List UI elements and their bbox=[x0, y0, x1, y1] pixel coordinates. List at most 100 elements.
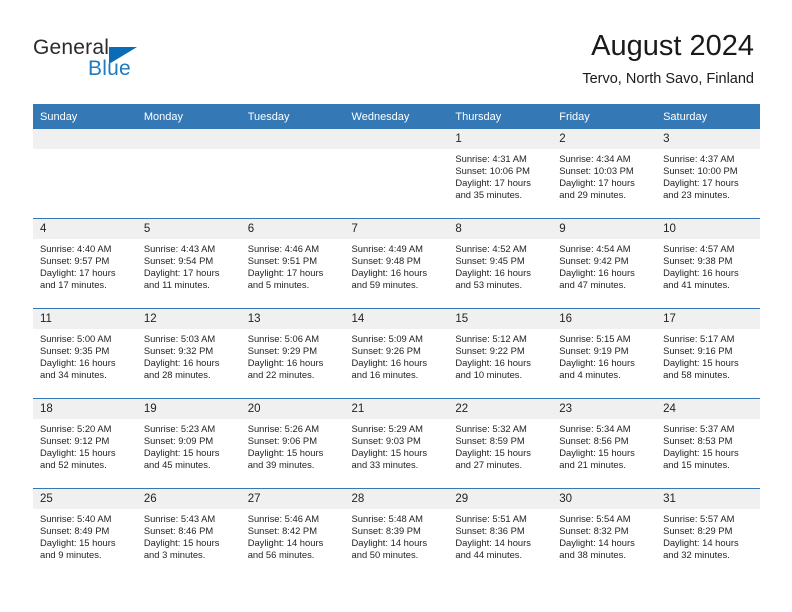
day-number: 10 bbox=[656, 219, 760, 239]
daylight-text-line2: and 33 minutes. bbox=[351, 458, 419, 470]
day-cell[interactable]: 6 Sunrise: 4:46 AM Sunset: 9:51 PM Dayli… bbox=[240, 218, 345, 309]
day-cell[interactable]: 29 Sunrise: 5:51 AM Sunset: 8:36 PM Dayl… bbox=[448, 488, 553, 578]
day-cell[interactable]: 7 Sunrise: 4:49 AM Sunset: 9:48 PM Dayli… bbox=[344, 218, 449, 309]
sunset-text: Sunset: 9:54 PM bbox=[143, 254, 214, 266]
day-cell-inner: 21 Sunrise: 5:29 AM Sunset: 9:03 PM Dayl… bbox=[344, 399, 449, 488]
daylight-text-line1: Daylight: 17 hours bbox=[455, 176, 531, 188]
sunrise-text: Sunrise: 5:40 AM bbox=[40, 513, 112, 524]
sunrise-text: Sunrise: 5:46 AM bbox=[247, 513, 320, 524]
daylight-text-line2: and 38 minutes. bbox=[559, 548, 626, 560]
day-cell[interactable]: 22 Sunrise: 5:32 AM Sunset: 8:59 PM Dayl… bbox=[448, 398, 553, 489]
general-blue-logo[interactable]: General Blue bbox=[33, 36, 213, 86]
day-cell[interactable]: 24 Sunrise: 5:37 AM Sunset: 8:53 PM Dayl… bbox=[656, 398, 760, 489]
daylight-text-line2: and 44 minutes. bbox=[455, 548, 523, 560]
weekday-header-monday: Monday bbox=[136, 104, 241, 129]
day-cell[interactable]: 11 Sunrise: 5:00 AM Sunset: 9:35 PM Dayl… bbox=[33, 308, 137, 399]
day-cell[interactable]: 30 Sunrise: 5:54 AM Sunset: 8:32 PM Dayl… bbox=[552, 488, 657, 578]
logo-text-blue: Blue bbox=[88, 57, 131, 80]
daylight-text-line2: and 29 minutes. bbox=[559, 188, 626, 200]
day-cell[interactable]: 1 Sunrise: 4:31 AM Sunset: 10:06 PM Dayl… bbox=[448, 129, 553, 219]
day-details: Sunrise: 4:57 AM Sunset: 9:38 PM Dayligh… bbox=[656, 239, 760, 291]
calendar-week-row: 18 Sunrise: 5:20 AM Sunset: 9:12 PM Dayl… bbox=[33, 398, 760, 489]
day-cell[interactable]: 17 Sunrise: 5:17 AM Sunset: 9:16 PM Dayl… bbox=[656, 308, 760, 399]
day-number: 16 bbox=[552, 309, 657, 329]
sunset-text: Sunset: 9:09 PM bbox=[143, 434, 214, 446]
day-details: Sunrise: 5:57 AM Sunset: 8:29 PM Dayligh… bbox=[656, 509, 760, 561]
day-cell[interactable] bbox=[33, 129, 137, 219]
day-cell[interactable] bbox=[344, 129, 449, 219]
daylight-text-line2: and 3 minutes. bbox=[143, 548, 206, 560]
day-details: Sunrise: 5:54 AM Sunset: 8:32 PM Dayligh… bbox=[552, 509, 656, 561]
daylight-text-line1: Daylight: 16 hours bbox=[351, 356, 428, 368]
daylight-text-line2: and 5 minutes. bbox=[247, 278, 310, 290]
day-number: 17 bbox=[656, 309, 760, 329]
daylight-text-line2: and 53 minutes. bbox=[455, 278, 523, 290]
day-cell[interactable]: 26 Sunrise: 5:43 AM Sunset: 8:46 PM Dayl… bbox=[136, 488, 241, 578]
day-cell[interactable]: 23 Sunrise: 5:34 AM Sunset: 8:56 PM Dayl… bbox=[552, 398, 657, 489]
day-details bbox=[33, 149, 137, 153]
sunset-text: Sunset: 9:35 PM bbox=[40, 344, 110, 356]
sunset-text: Sunset: 9:29 PM bbox=[247, 344, 317, 356]
day-cell-inner bbox=[33, 129, 137, 218]
day-cell[interactable]: 19 Sunrise: 5:23 AM Sunset: 9:09 PM Dayl… bbox=[136, 398, 241, 489]
sunrise-text: Sunrise: 5:54 AM bbox=[559, 513, 631, 524]
day-cell-inner: 12 Sunrise: 5:03 AM Sunset: 9:32 PM Dayl… bbox=[136, 309, 241, 398]
day-number bbox=[344, 129, 449, 149]
calendar-week-row: 25 Sunrise: 5:40 AM Sunset: 8:49 PM Dayl… bbox=[33, 488, 760, 578]
day-cell[interactable]: 20 Sunrise: 5:26 AM Sunset: 9:06 PM Dayl… bbox=[240, 398, 345, 489]
daylight-text-line1: Daylight: 15 hours bbox=[143, 446, 220, 458]
daylight-text-line1: Daylight: 15 hours bbox=[663, 446, 739, 458]
day-cell[interactable] bbox=[240, 129, 345, 219]
day-number: 14 bbox=[344, 309, 449, 329]
daylight-text-line1: Daylight: 16 hours bbox=[455, 266, 531, 278]
day-cell-inner: 27 Sunrise: 5:46 AM Sunset: 8:42 PM Dayl… bbox=[240, 489, 345, 578]
day-cell[interactable]: 27 Sunrise: 5:46 AM Sunset: 8:42 PM Dayl… bbox=[240, 488, 345, 578]
day-cell[interactable]: 4 Sunrise: 4:40 AM Sunset: 9:57 PM Dayli… bbox=[33, 218, 137, 309]
day-cell[interactable]: 16 Sunrise: 5:15 AM Sunset: 9:19 PM Dayl… bbox=[552, 308, 657, 399]
daylight-text-line1: Daylight: 14 hours bbox=[247, 536, 324, 548]
day-cell[interactable]: 15 Sunrise: 5:12 AM Sunset: 9:22 PM Dayl… bbox=[448, 308, 553, 399]
day-cell-inner: 15 Sunrise: 5:12 AM Sunset: 9:22 PM Dayl… bbox=[448, 309, 553, 398]
day-cell-inner: 31 Sunrise: 5:57 AM Sunset: 8:29 PM Dayl… bbox=[656, 489, 760, 578]
day-cell-inner: 13 Sunrise: 5:06 AM Sunset: 9:29 PM Dayl… bbox=[240, 309, 345, 398]
weekday-header-thursday: Thursday bbox=[448, 104, 553, 129]
day-cell[interactable]: 21 Sunrise: 5:29 AM Sunset: 9:03 PM Dayl… bbox=[344, 398, 449, 489]
day-cell[interactable]: 12 Sunrise: 5:03 AM Sunset: 9:32 PM Dayl… bbox=[136, 308, 241, 399]
day-details: Sunrise: 5:34 AM Sunset: 8:56 PM Dayligh… bbox=[552, 419, 656, 471]
day-cell[interactable]: 8 Sunrise: 4:52 AM Sunset: 9:45 PM Dayli… bbox=[448, 218, 553, 309]
sunrise-text: Sunrise: 4:37 AM bbox=[663, 153, 735, 164]
day-details: Sunrise: 5:48 AM Sunset: 8:39 PM Dayligh… bbox=[345, 509, 449, 561]
day-cell[interactable]: 5 Sunrise: 4:43 AM Sunset: 9:54 PM Dayli… bbox=[136, 218, 241, 309]
day-cell[interactable] bbox=[136, 129, 241, 219]
day-cell[interactable]: 31 Sunrise: 5:57 AM Sunset: 8:29 PM Dayl… bbox=[656, 488, 760, 578]
day-cell[interactable]: 13 Sunrise: 5:06 AM Sunset: 9:29 PM Dayl… bbox=[240, 308, 345, 399]
day-number: 22 bbox=[448, 399, 553, 419]
sunrise-text: Sunrise: 5:17 AM bbox=[663, 333, 735, 344]
day-cell[interactable]: 3 Sunrise: 4:37 AM Sunset: 10:00 PM Dayl… bbox=[656, 129, 760, 219]
day-details: Sunrise: 5:37 AM Sunset: 8:53 PM Dayligh… bbox=[656, 419, 760, 471]
day-cell[interactable]: 18 Sunrise: 5:20 AM Sunset: 9:12 PM Dayl… bbox=[33, 398, 137, 489]
day-cell-inner: 22 Sunrise: 5:32 AM Sunset: 8:59 PM Dayl… bbox=[448, 399, 553, 488]
day-cell[interactable]: 14 Sunrise: 5:09 AM Sunset: 9:26 PM Dayl… bbox=[344, 308, 449, 399]
day-cell-inner: 10 Sunrise: 4:57 AM Sunset: 9:38 PM Dayl… bbox=[656, 219, 760, 308]
daylight-text-line2: and 41 minutes. bbox=[663, 278, 730, 290]
sunset-text: Sunset: 10:06 PM bbox=[455, 164, 530, 176]
day-cell[interactable]: 2 Sunrise: 4:34 AM Sunset: 10:03 PM Dayl… bbox=[552, 129, 657, 219]
day-number: 28 bbox=[344, 489, 449, 509]
day-cell[interactable]: 9 Sunrise: 4:54 AM Sunset: 9:42 PM Dayli… bbox=[552, 218, 657, 309]
daylight-text-line1: Daylight: 17 hours bbox=[247, 266, 324, 278]
day-cell-inner: 1 Sunrise: 4:31 AM Sunset: 10:06 PM Dayl… bbox=[448, 129, 553, 218]
sunset-text: Sunset: 9:26 PM bbox=[351, 344, 421, 356]
day-cell[interactable]: 25 Sunrise: 5:40 AM Sunset: 8:49 PM Dayl… bbox=[33, 488, 137, 578]
daylight-text-line1: Daylight: 15 hours bbox=[40, 536, 116, 548]
day-details: Sunrise: 5:43 AM Sunset: 8:46 PM Dayligh… bbox=[137, 509, 241, 561]
day-cell-inner bbox=[240, 129, 345, 218]
sunrise-text: Sunrise: 5:09 AM bbox=[351, 333, 423, 344]
day-cell[interactable]: 28 Sunrise: 5:48 AM Sunset: 8:39 PM Dayl… bbox=[344, 488, 449, 578]
day-number: 12 bbox=[136, 309, 241, 329]
day-cell[interactable]: 10 Sunrise: 4:57 AM Sunset: 9:38 PM Dayl… bbox=[656, 218, 760, 309]
sunrise-text: Sunrise: 5:32 AM bbox=[455, 423, 527, 434]
sunrise-text: Sunrise: 5:26 AM bbox=[247, 423, 320, 434]
day-details: Sunrise: 4:52 AM Sunset: 9:45 PM Dayligh… bbox=[448, 239, 552, 291]
day-cell-inner: 17 Sunrise: 5:17 AM Sunset: 9:16 PM Dayl… bbox=[656, 309, 760, 398]
